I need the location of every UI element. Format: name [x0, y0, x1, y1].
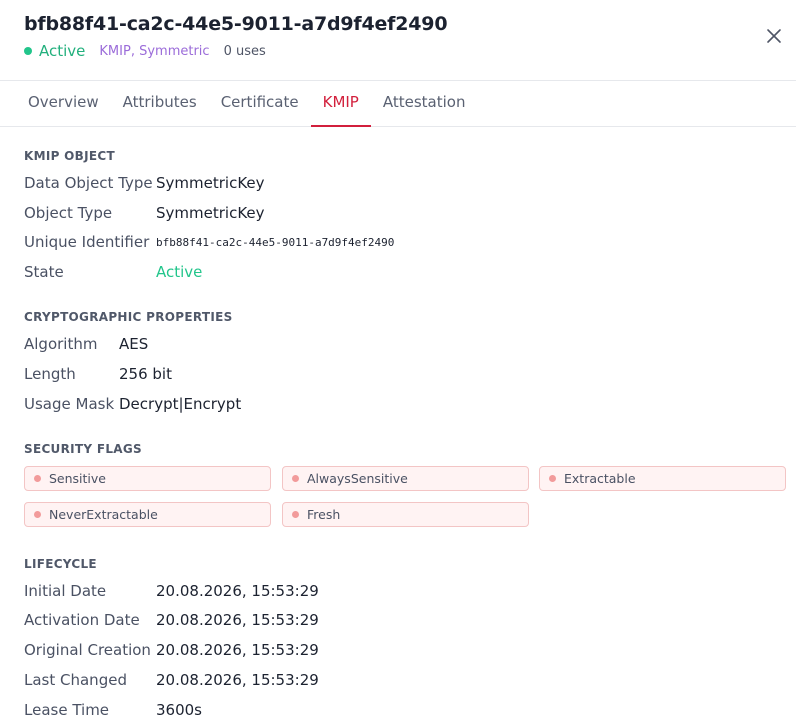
flag-chip-never-extractable: NeverExtractable [24, 502, 271, 527]
flag-dot-icon [34, 475, 41, 482]
status-badge: Active [39, 42, 86, 60]
kv-row: Unique Identifier bfb88f41-ca2c-44e5-901… [24, 232, 394, 252]
field-value: 20.08.2026, 15:53:29 [156, 671, 319, 689]
page-title: bfb88f41-ca2c-44e5-9011-a7d9f4ef2490 [24, 13, 448, 35]
field-label: Last Changed [24, 671, 127, 689]
flag-chip-fresh: Fresh [282, 502, 529, 527]
tab-certificate[interactable]: Certificate [209, 81, 311, 126]
field-label: Data Object Type [24, 174, 153, 192]
field-label: Algorithm [24, 335, 98, 353]
flag-chip-sensitive: Sensitive [24, 466, 271, 491]
field-value: 256 bit [119, 365, 172, 383]
flag-label: Extractable [564, 471, 636, 486]
kv-row: State Active [24, 262, 202, 282]
status-dot-icon [24, 47, 32, 55]
flag-label: Sensitive [49, 471, 106, 486]
close-button[interactable] [764, 26, 784, 46]
field-label: Lease Time [24, 701, 110, 719]
close-icon [767, 29, 781, 43]
section-title-kmip-object: KMIP OBJECT [24, 149, 115, 163]
tab-kmip[interactable]: KMIP [310, 81, 372, 127]
tab-attestation[interactable]: Attestation [371, 81, 478, 126]
flag-dot-icon [292, 475, 299, 482]
field-value: 20.08.2026, 15:53:29 [156, 582, 319, 600]
flag-label: NeverExtractable [49, 507, 158, 522]
field-label: Usage Mask [24, 395, 115, 413]
field-value: 20.08.2026, 15:53:29 [156, 641, 319, 659]
field-label: State [24, 263, 64, 281]
flag-dot-icon [292, 511, 299, 518]
kv-row: Activation Date 20.08.2026, 15:53:29 [24, 610, 319, 630]
field-label: Unique Identifier [24, 233, 150, 251]
tab-overview[interactable]: Overview [16, 81, 111, 126]
flag-chip-always-sensitive: AlwaysSensitive [282, 466, 529, 491]
field-label: Object Type [24, 204, 113, 222]
tab-bar: Overview Attributes Certificate KMIP Att… [0, 81, 796, 127]
detail-header: bfb88f41-ca2c-44e5-9011-a7d9f4ef2490 Act… [0, 0, 796, 81]
flag-dot-icon [34, 511, 41, 518]
field-label: Initial Date [24, 582, 107, 600]
flag-chip-extractable: Extractable [539, 466, 786, 491]
unique-identifier-value: bfb88f41-ca2c-44e5-9011-a7d9f4ef2490 [156, 235, 395, 249]
state-value: Active [156, 263, 203, 281]
field-value: 20.08.2026, 15:53:29 [156, 611, 319, 629]
flag-label: AlwaysSensitive [307, 471, 408, 486]
flag-label: Fresh [307, 507, 341, 522]
flag-dot-icon [549, 475, 556, 482]
kv-row: Usage Mask Decrypt|Encrypt [24, 394, 241, 414]
kv-row: Last Changed 20.08.2026, 15:53:29 [24, 670, 319, 690]
kv-row: Object Type SymmetricKey [24, 203, 265, 223]
uses-count: 0 uses [223, 43, 266, 59]
header-meta: Active KMIP, Symmetric 0 uses [24, 42, 266, 60]
section-title-lifecycle: LIFECYCLE [24, 557, 97, 571]
kv-row: Lease Time 3600s [24, 700, 202, 720]
field-value: AES [119, 335, 149, 353]
section-title-security-flags: SECURITY FLAGS [24, 442, 142, 456]
tab-attributes[interactable]: Attributes [111, 81, 209, 126]
field-label: Original Creation [24, 641, 151, 659]
field-value: Decrypt|Encrypt [119, 395, 242, 413]
field-value: SymmetricKey [156, 204, 265, 222]
kv-row: Algorithm AES [24, 334, 148, 354]
kv-row: Original Creation 20.08.2026, 15:53:29 [24, 640, 319, 660]
field-value: SymmetricKey [156, 174, 265, 192]
kv-row: Initial Date 20.08.2026, 15:53:29 [24, 581, 319, 601]
kv-row: Data Object Type SymmetricKey [24, 173, 265, 193]
field-label: Length [24, 365, 76, 383]
field-label: Activation Date [24, 611, 140, 629]
tags-label: KMIP, Symmetric [99, 43, 210, 59]
field-value: 3600s [156, 701, 202, 719]
section-title-crypto: CRYPTOGRAPHIC PROPERTIES [24, 310, 233, 324]
kv-row: Length 256 bit [24, 364, 172, 384]
